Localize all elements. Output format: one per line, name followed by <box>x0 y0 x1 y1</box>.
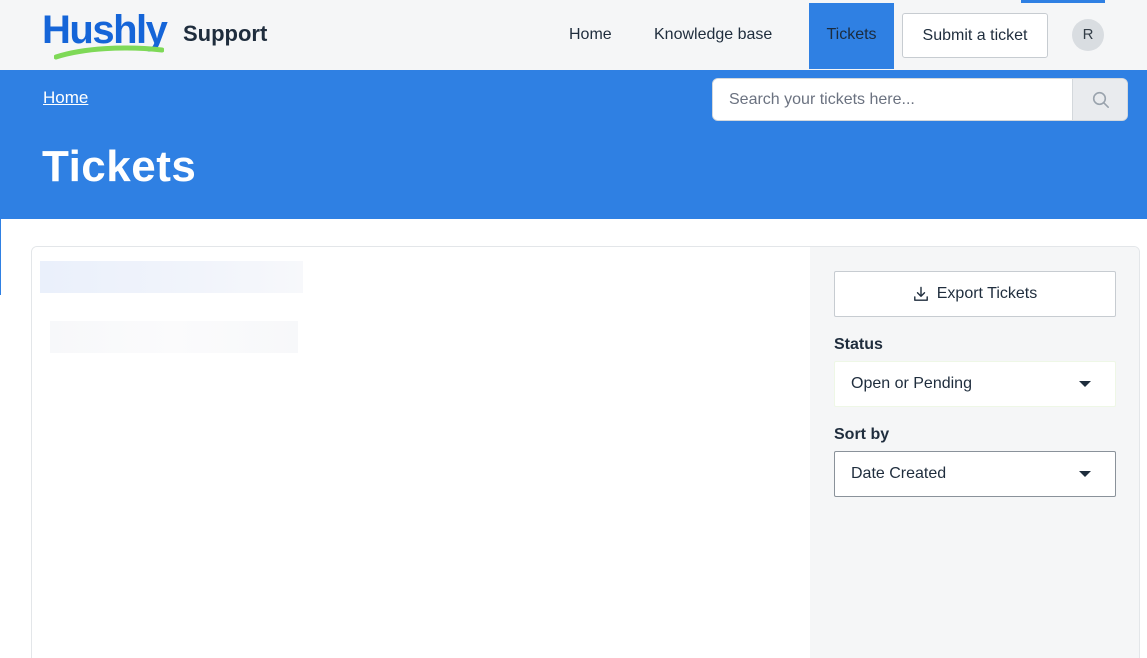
search-button[interactable] <box>1072 79 1127 120</box>
brand-support-label: Support <box>183 21 268 46</box>
sort-selected-value: Date Created <box>851 465 947 482</box>
status-select[interactable]: Open or Pending <box>834 361 1116 407</box>
ticket-search-input[interactable] <box>713 79 1072 120</box>
nav-home-link[interactable]: Home <box>553 0 628 69</box>
download-icon <box>913 286 928 301</box>
breadcrumb-home-link[interactable]: Home <box>43 88 88 108</box>
hero-banner: Home Tickets <box>0 70 1147 219</box>
loading-skeleton-title <box>40 261 303 293</box>
sort-by-label: Sort by <box>834 426 890 443</box>
left-accent-line <box>0 219 1 295</box>
hushly-logo[interactable]: Hushly <box>42 8 182 60</box>
logo-swoosh <box>54 45 164 60</box>
user-avatar[interactable]: R <box>1072 19 1104 51</box>
caret-down-icon <box>1079 381 1091 387</box>
caret-down-icon <box>1079 471 1091 477</box>
sort-by-select[interactable]: Date Created <box>834 451 1116 497</box>
export-tickets-button[interactable]: Export Tickets <box>834 271 1116 317</box>
ticket-search-box <box>712 78 1128 121</box>
top-navbar: Hushly Support Home Knowledge base Ticke… <box>0 0 1147 70</box>
page-title: Tickets <box>42 142 197 191</box>
submit-ticket-button[interactable]: Submit a ticket <box>902 13 1048 58</box>
loading-skeleton-row <box>50 321 298 353</box>
active-indicator <box>1021 0 1105 3</box>
export-tickets-label: Export Tickets <box>936 285 1038 302</box>
status-label: Status <box>834 336 883 353</box>
tickets-card: Export Tickets Status Open or Pending So… <box>31 246 1140 658</box>
filter-sidebar: Export Tickets Status Open or Pending So… <box>810 247 1139 658</box>
status-selected-value: Open or Pending <box>851 375 972 392</box>
ticket-list-area <box>32 247 810 658</box>
nav-knowledge-base-link[interactable]: Knowledge base <box>638 0 788 69</box>
nav-tickets-link[interactable]: Tickets <box>809 3 894 69</box>
search-icon <box>1092 91 1110 108</box>
